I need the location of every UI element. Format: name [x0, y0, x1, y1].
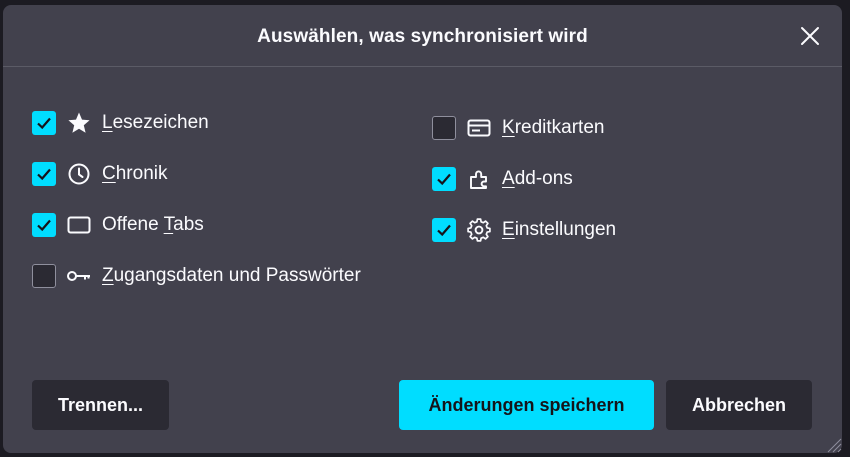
bookmarks-label: Lesezeichen — [102, 112, 209, 133]
credit-cards-label: Kreditkarten — [502, 117, 605, 138]
settings-label: Einstellungen — [502, 219, 617, 240]
sync-dialog: Auswählen, was synchronisiert wird Lesez… — [3, 5, 842, 453]
open-tabs-label: Offene Tabs — [102, 214, 204, 235]
option-history[interactable]: Chronik — [32, 160, 167, 188]
save-changes-button[interactable]: Änderungen speichern — [399, 380, 654, 430]
disconnect-button[interactable]: Trennen... — [32, 380, 169, 430]
option-settings[interactable]: Einstellungen — [432, 216, 616, 244]
option-logins[interactable]: Zugangsdaten und Passwörter — [32, 262, 361, 290]
puzzle-icon — [466, 166, 492, 192]
checkmark-icon — [37, 219, 51, 232]
checkmark-icon — [437, 173, 451, 186]
credit-card-icon — [466, 115, 492, 141]
dialog-title: Auswählen, was synchronisiert wird — [257, 26, 588, 47]
addons-label: Add-ons — [502, 168, 573, 189]
dialog-header: Auswählen, was synchronisiert wird — [3, 5, 842, 67]
open-tabs-checkbox[interactable] — [32, 213, 56, 237]
close-button[interactable] — [796, 22, 824, 50]
credit-cards-checkbox[interactable] — [432, 116, 456, 140]
settings-checkbox[interactable] — [432, 218, 456, 242]
logins-label: Zugangsdaten und Passwörter — [102, 265, 361, 286]
logins-checkbox[interactable] — [32, 264, 56, 288]
checkmark-icon — [37, 117, 51, 130]
resize-grip-icon[interactable] — [820, 431, 842, 453]
history-label: Chronik — [102, 163, 168, 184]
close-icon — [801, 27, 819, 45]
option-bookmarks[interactable]: Lesezeichen — [32, 109, 209, 137]
key-icon — [66, 263, 92, 289]
option-addons[interactable]: Add-ons — [432, 165, 573, 193]
tab-icon — [66, 212, 92, 238]
star-icon — [66, 110, 92, 136]
checkmark-icon — [437, 224, 451, 237]
clock-icon — [66, 161, 92, 187]
bookmarks-checkbox[interactable] — [32, 111, 56, 135]
gear-icon — [466, 217, 492, 243]
checkmark-icon — [37, 168, 51, 181]
option-credit-cards[interactable]: Kreditkarten — [432, 114, 604, 142]
cancel-button[interactable]: Abbrechen — [666, 380, 812, 430]
addons-checkbox[interactable] — [432, 167, 456, 191]
option-open-tabs[interactable]: Offene Tabs — [32, 211, 204, 239]
history-checkbox[interactable] — [32, 162, 56, 186]
